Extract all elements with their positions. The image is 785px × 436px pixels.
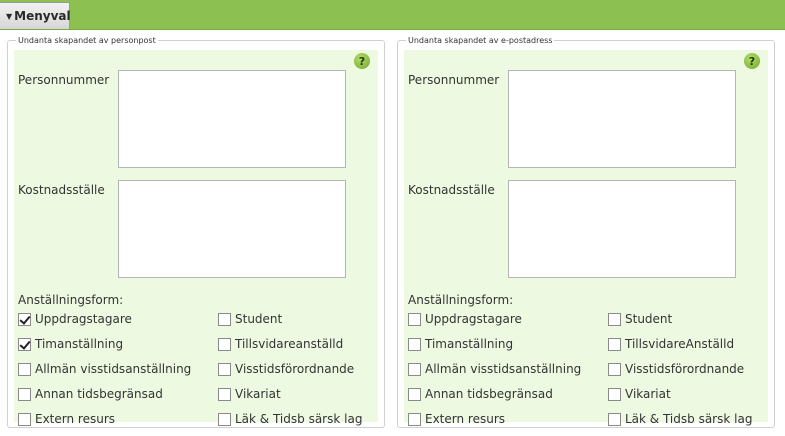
- checkbox-unchecked[interactable]: [18, 387, 31, 401]
- anstallningsform-option[interactable]: Allmän visstidsanställning: [408, 361, 581, 377]
- panel-body: ? Personnummer Kostnadsställe Anställningsf…: [14, 50, 378, 426]
- anstallningsform-option[interactable]: Uppdragstagare: [408, 311, 522, 327]
- kostnadsstalle-textarea[interactable]: [118, 180, 346, 278]
- personnummer-textarea[interactable]: [118, 70, 346, 168]
- panel-personpost: Undanta skapandet av personpost? Personnu…: [7, 36, 385, 428]
- anstallningsform-option[interactable]: Annan tidsbegränsad: [18, 386, 163, 402]
- kostnadsstalle-label: Kostnadsställe: [408, 183, 495, 197]
- checkbox-label: Annan tidsbegränsad: [35, 387, 163, 401]
- help-icon[interactable]: ?: [354, 53, 370, 69]
- anstallningsform-option[interactable]: Vikariat: [218, 386, 281, 402]
- checkbox-unchecked[interactable]: [608, 337, 621, 351]
- checkbox-unchecked[interactable]: [218, 387, 231, 401]
- menu-label: Menyval: [14, 9, 71, 23]
- personnummer-label: Personnummer: [18, 73, 110, 87]
- anstallningsform-option[interactable]: Extern resurs: [18, 411, 115, 427]
- checkbox-label: Vikariat: [235, 387, 281, 401]
- checkbox-checked[interactable]: [18, 312, 31, 326]
- checkbox-unchecked[interactable]: [408, 362, 421, 376]
- checkbox-unchecked[interactable]: [218, 337, 231, 351]
- panel-title: Undanta skapandet av e-postadress: [406, 36, 555, 45]
- checkbox-label: Timanställning: [35, 337, 124, 351]
- anstallningsform-option[interactable]: Läk & Tidsb särsk lag: [608, 411, 752, 427]
- checkbox-label: Student: [625, 312, 673, 326]
- checkbox-label: Tillsvidareanställd: [235, 337, 344, 351]
- checkbox-unchecked[interactable]: [408, 337, 421, 351]
- checkbox-unchecked[interactable]: [408, 387, 421, 401]
- checkbox-label: Visstidsförordnande: [625, 362, 745, 376]
- panel-title: Undanta skapandet av personpost: [16, 36, 158, 45]
- checkbox-unchecked[interactable]: [608, 387, 621, 401]
- checkbox-label: Vikariat: [625, 387, 671, 401]
- checkbox-label: Läk & Tidsb särsk lag: [235, 412, 363, 426]
- checkbox-checked[interactable]: [18, 337, 31, 351]
- checkbox-unchecked[interactable]: [18, 412, 31, 426]
- anstallningsform-label: Anställningsform:: [408, 293, 514, 307]
- anstallningsform-option[interactable]: Uppdragstagare: [18, 311, 132, 327]
- checkbox-unchecked[interactable]: [218, 412, 231, 426]
- checkbox-unchecked[interactable]: [408, 412, 421, 426]
- checkbox-label: Student: [235, 312, 283, 326]
- anstallningsform-option[interactable]: Läk & Tidsb särsk lag: [218, 411, 362, 427]
- anstallningsform-option[interactable]: Visstidsförordnande: [218, 361, 354, 377]
- triangle-down-icon: ▼: [6, 11, 13, 21]
- checkbox-unchecked[interactable]: [408, 312, 421, 326]
- kostnadsstalle-label: Kostnadsställe: [18, 183, 105, 197]
- panel-body: ? Personnummer Kostnadsställe Anställningsf…: [404, 50, 768, 426]
- checkbox-label: Extern resurs: [425, 412, 506, 426]
- checkbox-unchecked[interactable]: [608, 412, 621, 426]
- personnummer-textarea[interactable]: [508, 70, 736, 168]
- anstallningsform-option[interactable]: Student: [218, 311, 282, 327]
- checkbox-label: Läk & Tidsb särsk lag: [625, 412, 753, 426]
- anstallningsform-option[interactable]: Timanställning: [18, 336, 123, 352]
- anstallningsform-option[interactable]: Annan tidsbegränsad: [408, 386, 553, 402]
- checkbox-label: Visstidsförordnande: [235, 362, 355, 376]
- top-bar: ▼ Menyval: [0, 0, 785, 30]
- checkbox-unchecked[interactable]: [608, 362, 621, 376]
- kostnadsstalle-textarea[interactable]: [508, 180, 736, 278]
- checkbox-unchecked[interactable]: [218, 362, 231, 376]
- checkbox-unchecked[interactable]: [18, 362, 31, 376]
- checkbox-unchecked[interactable]: [608, 312, 621, 326]
- personnummer-label: Personnummer: [408, 73, 500, 87]
- anstallningsform-option[interactable]: Student: [608, 311, 672, 327]
- anstallningsform-option[interactable]: Extern resurs: [408, 411, 505, 427]
- help-icon[interactable]: ?: [744, 53, 760, 69]
- checkbox-label: TillsvidareAnställd: [625, 337, 735, 351]
- checkbox-label: Uppdragstagare: [35, 312, 132, 326]
- checkbox-label: Timanställning: [425, 337, 514, 351]
- checkbox-unchecked[interactable]: [218, 312, 231, 326]
- anstallningsform-option[interactable]: Allmän visstidsanställning: [18, 361, 191, 377]
- checkbox-label: Uppdragstagare: [425, 312, 522, 326]
- anstallningsform-option[interactable]: Visstidsförordnande: [608, 361, 744, 377]
- panel-epost: Undanta skapandet av e-postadress? Person…: [397, 36, 775, 428]
- checkbox-label: Extern resurs: [35, 412, 116, 426]
- anstallningsform-option[interactable]: TillsvidareAnställd: [608, 336, 734, 352]
- anstallningsform-label: Anställningsform:: [18, 293, 124, 307]
- anstallningsform-option[interactable]: Timanställning: [408, 336, 513, 352]
- checkbox-label: Annan tidsbegränsad: [425, 387, 553, 401]
- checkbox-label: Allmän visstidsanställning: [425, 362, 582, 376]
- menu-toggle-button[interactable]: ▼ Menyval: [0, 2, 71, 29]
- checkbox-label: Allmän visstidsanställning: [35, 362, 192, 376]
- anstallningsform-option[interactable]: Vikariat: [608, 386, 671, 402]
- anstallningsform-option[interactable]: Tillsvidareanställd: [218, 336, 343, 352]
